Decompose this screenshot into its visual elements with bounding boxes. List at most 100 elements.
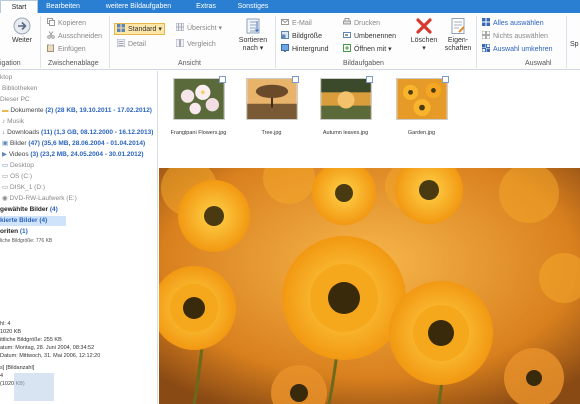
dvd-icon: ◉ (2, 195, 8, 202)
copy-icon (47, 18, 55, 26)
thumbnail-item[interactable]: Autumn leaves.jpg (317, 76, 374, 144)
tree-item-label: Bilder (9, 140, 27, 147)
thumbnail-checkbox[interactable] (442, 76, 449, 83)
invert-selection-label: Auswahl umkehren (493, 46, 553, 53)
tree-item-music[interactable]: ♪ Musik (2, 117, 24, 127)
copy-label: Kopieren (58, 20, 87, 27)
resize-icon (281, 31, 289, 39)
thumbnail-image (172, 78, 225, 120)
view-overview-label: Übersicht (187, 25, 217, 32)
email-label: E-Mail (292, 20, 312, 27)
tree-item-videos[interactable]: ▶ Videos (3) (23,2 MB, 24.05.2004 - 30.0… (2, 150, 144, 160)
select-none-label: Nichts auswählen (493, 33, 548, 40)
tab-weitere-bildaufgaben[interactable]: weitere Bildaufgaben (95, 0, 182, 13)
overview-icon (176, 23, 184, 31)
rename-icon (343, 32, 351, 38)
properties-label: Eigen- (447, 37, 469, 44)
view-compare-button[interactable]: Vergleich (176, 39, 216, 50)
sort-button[interactable]: Sortieren nach ▾ (234, 17, 272, 53)
view-overview-dropdown[interactable]: Übersicht ▾ (176, 23, 222, 34)
thumbnail-checkbox[interactable] (219, 76, 226, 83)
tree-item-label: Videos (8, 151, 29, 158)
print-button[interactable]: Drucken (343, 18, 380, 29)
rename-button[interactable]: Umbenennen (343, 31, 396, 42)
tree-item-label: Musik (7, 118, 25, 125)
tree-item-marked-pictures[interactable]: kierte Bilder (4) (0, 216, 66, 226)
ribbon: Weiter igation Kopieren Ausschneiden Ein… (0, 13, 580, 70)
tree-item-drive-d[interactable]: ▭ DISK_1 (D:) (2, 183, 45, 193)
tree-item-selected-pictures[interactable]: gewählte Bilder (4) (0, 205, 58, 215)
watermark-text: tamindir (46, 306, 156, 336)
ribbon-cut-off-button[interactable]: Sp (570, 39, 579, 50)
thumbnail-checkbox[interactable] (366, 76, 373, 83)
paste-icon (47, 44, 54, 52)
thumbnail-item[interactable]: Frangipani Flowers.jpg (170, 76, 227, 144)
tree-item-label: oriten (0, 228, 19, 235)
compare-icon (176, 39, 184, 47)
info-date-from: atum: Montag, 28. Juni 2004, 08:34:52 (0, 345, 95, 351)
delete-button[interactable]: Löschen ▾ (408, 17, 440, 53)
chevron-down-icon: ▾ (388, 46, 392, 53)
info-avg-size: ittliche Bildgröße: 255 KB (0, 337, 62, 343)
tree-item-pictures[interactable]: ▣ Bilder (47) (35,6 MB, 28.06.2004 - 01.… (2, 139, 145, 149)
group-label-navigation: igation (0, 60, 21, 67)
tree-item-this-pc[interactable]: Dieser PC (0, 95, 30, 105)
thumbnail-item[interactable]: Tree.jpg (243, 76, 300, 144)
drive-icon: ▭ (2, 184, 9, 191)
desktop-icon: ▭ (2, 162, 9, 169)
tree-item-dvd[interactable]: ◉ DVD-RW-Laufwerk (E:) (2, 194, 77, 204)
resize-button[interactable]: Bildgröße (281, 31, 322, 42)
tree-item-drive-c[interactable]: ▭ OS (C:) (2, 172, 32, 182)
tab-bearbeiten[interactable]: Bearbeiten (40, 0, 86, 13)
resize-label: Bildgröße (292, 33, 322, 40)
view-standard-dropdown[interactable]: Standard ▾ (114, 23, 165, 35)
view-detail-button[interactable]: Detail (117, 39, 146, 50)
email-icon (281, 19, 289, 25)
tree-item-label: kierte Bilder (0, 217, 38, 224)
info-bar-chart (14, 373, 54, 401)
tree-item-documents[interactable]: ▬ Dokumente (2) (28 KB, 19.10.2011 - 17.… (2, 106, 152, 116)
download-icon: ↓ (2, 129, 6, 136)
ribbon-tab-bar: Start Bearbeiten weitere Bildaufgaben Ex… (0, 0, 580, 13)
thumbnail-caption: Autumn leaves.jpg (322, 130, 369, 136)
paste-button[interactable]: Einfügen (47, 44, 86, 55)
thumbnail-image (395, 78, 448, 120)
cut-icon (47, 31, 55, 39)
view-detail-label: Detail (128, 41, 146, 48)
tree-item-desktop-pc[interactable]: ▭ Desktop (2, 161, 34, 171)
properties-button[interactable]: Eigen- schaften (442, 17, 474, 53)
info-count: hl: 4 (0, 321, 11, 327)
forward-icon (13, 17, 31, 35)
cut-label: Ausschneiden (58, 33, 102, 40)
tab-sonstiges[interactable]: Sonstiges (228, 0, 278, 13)
chevron-down-icon: ▾ (158, 26, 162, 33)
view-compare-label: Vergleich (187, 41, 216, 48)
email-button[interactable]: E-Mail (281, 18, 312, 29)
tree-item-meta: (2) (28 KB, 19.10.2011 - 17.02.2012) (45, 107, 152, 114)
tree-item-meta: (47) (35,6 MB, 28.06.2004 - 01.04.2014) (28, 140, 146, 147)
print-label: Drucken (354, 20, 381, 27)
cut-button[interactable]: Ausschneiden (47, 31, 102, 42)
folder-tree-panel: ktop Bibliotheken Dieser PC ▬ Dokumente … (0, 71, 158, 404)
paste-label: Einfügen (58, 46, 86, 53)
select-none-button[interactable]: Nichts auswählen (482, 31, 548, 42)
invert-selection-button[interactable]: Auswahl umkehren (482, 44, 553, 55)
open-with-dropdown[interactable]: Öffnen mit ▾ (343, 44, 392, 55)
tree-item-downloads[interactable]: ↓ Downloads (11) (1,3 GB, 08.12.2000 - 1… (2, 128, 153, 138)
tree-item-libraries[interactable]: Bibliotheken (2, 84, 37, 94)
group-label-view: Ansicht (178, 60, 201, 67)
tab-start[interactable]: Start (0, 0, 38, 13)
thumbnail-item[interactable]: Garden.jpg (393, 76, 450, 144)
select-all-button[interactable]: Alles auswählen (482, 18, 544, 29)
forward-button[interactable]: Weiter (9, 17, 35, 45)
thumbnail-checkbox[interactable] (292, 76, 299, 83)
detail-view-icon (117, 39, 125, 47)
tree-item-label: Dokumente (10, 107, 44, 114)
info-table-header: s] [Bildanzahl] (0, 365, 35, 371)
tab-extras[interactable]: Extras (188, 0, 224, 13)
copy-button[interactable]: Kopieren (47, 18, 86, 29)
wallpaper-button[interactable]: Hintergrund (281, 44, 329, 55)
image-browser: Frangipani Flowers.jpg Tree.jpg Autumn l… (159, 71, 580, 404)
music-icon: ♪ (2, 118, 6, 125)
tree-item-desktop[interactable]: ktop (0, 73, 12, 83)
